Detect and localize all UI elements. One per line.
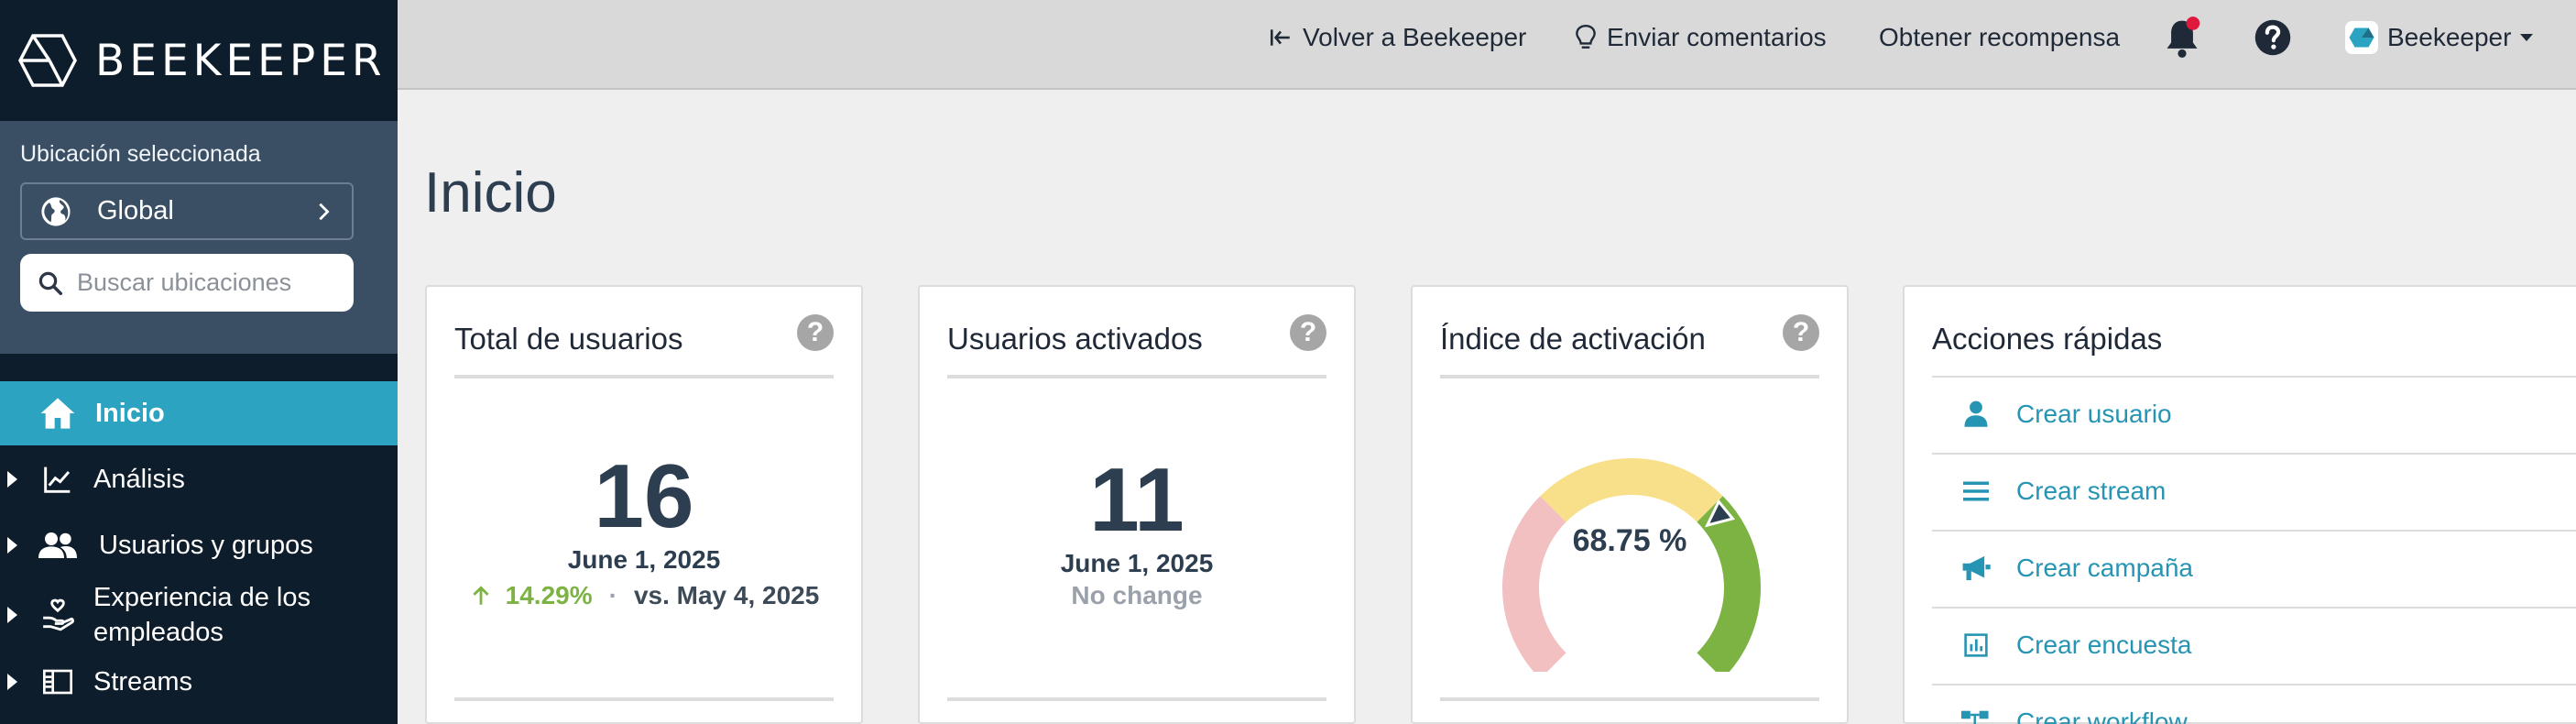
chevron-right-icon	[319, 203, 330, 220]
sidebar: BEEKEEPER Ubicación seleccionada Global	[0, 0, 398, 724]
change-percent: 14.29%	[505, 581, 593, 609]
quick-action-crear-stream[interactable]: Crear stream	[1932, 455, 2576, 528]
expand-caret-icon[interactable]	[7, 674, 17, 690]
change-compare: vs. May 4, 2025	[633, 581, 820, 609]
total-users-date: June 1, 2025	[567, 545, 721, 574]
page-title: Inicio	[424, 161, 557, 225]
arrow-left-bar-icon	[1270, 29, 1290, 46]
sidebar-item-label: Inicio	[95, 398, 165, 428]
expand-caret-icon[interactable]	[7, 537, 17, 554]
quick-action-label: Crear usuario	[2016, 400, 2172, 428]
get-reward-link[interactable]: Obtener recompensa	[1879, 0, 2120, 75]
divider	[1440, 375, 1819, 378]
activated-users-value: 11	[1089, 449, 1184, 550]
search-icon	[38, 271, 62, 295]
help-icon[interactable]: ?	[1783, 314, 1819, 351]
divider	[1440, 697, 1819, 701]
beekeeper-avatar-icon	[2345, 21, 2378, 54]
get-reward-label: Obtener recompensa	[1879, 23, 2121, 51]
location-label: Ubicación seleccionada	[20, 141, 261, 167]
activation-rate-value: 68.75 %	[1572, 523, 1687, 558]
divider	[454, 697, 834, 701]
quick-action-crear-usuario[interactable]: Crear usuario	[1932, 378, 2576, 451]
send-feedback-link[interactable]: Enviar comentarios	[1574, 0, 1827, 75]
megaphone-icon	[1956, 554, 1996, 582]
sidebar-item-label: Análisis	[93, 464, 185, 494]
quick-actions-card: Acciones rápidas Crear usuario Crear str…	[1903, 285, 2576, 724]
help-icon[interactable]: ?	[1290, 314, 1326, 351]
total-users-value: 16	[594, 445, 694, 546]
back-to-beekeeper-link[interactable]: Volver a Beekeeper	[1268, 0, 1526, 75]
help-icon[interactable]: ?	[797, 314, 834, 351]
sidebar-nav: Inicio Análisis Usuarios y grupos Experi…	[0, 381, 398, 712]
activation-rate-card: Índice de activación ? 68.75 %	[1411, 285, 1849, 724]
quick-action-crear-campana[interactable]: Crear campaña	[1932, 532, 2576, 605]
card-title: Usuarios activados	[947, 322, 1203, 356]
streams-icon	[38, 663, 77, 701]
location-panel: Ubicación seleccionada Global	[0, 121, 398, 354]
card-title: Índice de activación	[1440, 322, 1706, 356]
total-users-card: Total de usuarios ? 16 June 1, 2025 14.2…	[425, 285, 863, 724]
activated-users-change: No change	[1071, 581, 1203, 609]
quick-action-crear-encuesta[interactable]: Crear encuesta	[1932, 609, 2576, 682]
list-icon	[1956, 480, 1996, 502]
account-menu[interactable]: Beekeeper	[2345, 0, 2534, 75]
expand-caret-icon[interactable]	[7, 607, 17, 623]
send-feedback-label: Enviar comentarios	[1607, 23, 1827, 51]
beekeeper-logo-icon	[18, 34, 77, 87]
back-to-beekeeper-label: Volver a Beekeeper	[1303, 23, 1527, 51]
total-users-change: 14.29% · vs. May 4, 2025	[427, 581, 861, 610]
change-separator: ·	[608, 581, 617, 609]
sidebar-item-inicio[interactable]: Inicio	[0, 381, 398, 445]
top-bar: Volver a Beekeeper Enviar comentarios Ob…	[398, 0, 2576, 90]
hand-heart-icon	[38, 596, 77, 634]
quick-action-label: Crear stream	[2016, 477, 2167, 505]
sidebar-item-streams[interactable]: Streams	[0, 652, 398, 712]
notifications-button[interactable]	[2162, 0, 2211, 75]
divider	[947, 375, 1326, 378]
lightbulb-icon	[1576, 24, 1596, 49]
quick-actions-title: Acciones rápidas	[1932, 322, 2163, 356]
user-icon	[1956, 400, 1996, 428]
divider	[454, 375, 834, 378]
sidebar-item-analisis[interactable]: Análisis	[0, 446, 398, 512]
sidebar-item-label: Experiencia de los empleados	[93, 583, 311, 647]
poll-icon	[1956, 633, 1996, 657]
account-label: Beekeeper	[2387, 23, 2512, 51]
workflow-icon	[1956, 709, 1996, 724]
chevron-down-icon	[2520, 34, 2534, 41]
question-circle-icon	[2254, 19, 2291, 56]
change-positive: 14.29%	[469, 581, 593, 610]
gauge-segment-mid	[1540, 458, 1723, 522]
location-value: Global	[97, 196, 174, 225]
activated-users-card: Usuarios activados ? 11 June 1, 2025 No …	[918, 285, 1356, 724]
location-search[interactable]	[20, 254, 354, 312]
sidebar-item-experiencia[interactable]: Experiencia de los empleados	[0, 578, 398, 652]
home-icon	[38, 394, 77, 433]
quick-action-label: Crear encuesta	[2016, 631, 2192, 659]
location-search-input[interactable]	[77, 269, 333, 297]
activated-users-date: June 1, 2025	[1060, 549, 1214, 577]
quick-action-label: Crear workflow	[2016, 708, 2188, 724]
sidebar-item-label: Usuarios y grupos	[99, 530, 313, 560]
quick-action-label: Crear campaña	[2016, 554, 2193, 582]
sidebar-item-label: Streams	[93, 666, 192, 697]
chart-line-icon	[38, 460, 77, 499]
location-selector[interactable]: Global	[20, 182, 354, 240]
logo[interactable]: BEEKEEPER	[0, 0, 398, 121]
card-title: Total de usuarios	[454, 322, 683, 356]
users-icon	[38, 526, 77, 565]
divider	[947, 697, 1326, 701]
arrow-up-icon	[473, 586, 489, 605]
logo-text: BEEKEEPER	[95, 35, 387, 86]
quick-action-crear-workflow[interactable]: Crear workflow	[1932, 686, 2576, 724]
sidebar-item-usuarios-grupos[interactable]: Usuarios y grupos	[0, 512, 398, 578]
globe-icon	[41, 196, 71, 226]
expand-caret-icon[interactable]	[7, 471, 17, 488]
bell-icon	[2167, 16, 2200, 58]
help-button[interactable]	[2254, 0, 2301, 75]
